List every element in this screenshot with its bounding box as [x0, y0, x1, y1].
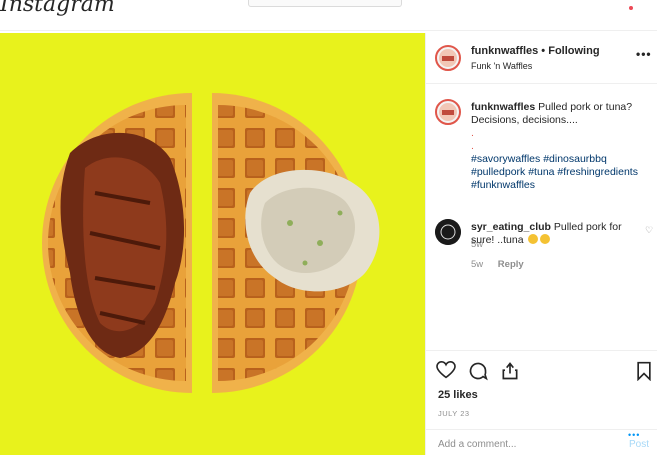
commenter-avatar[interactable] — [435, 219, 461, 245]
bookmark-icon[interactable] — [636, 361, 652, 386]
add-comment-bar: Add a comment... ••• Post — [426, 429, 657, 456]
notification-dot-icon — [629, 6, 633, 10]
author-subtitle: Funk 'n Waffles — [471, 61, 533, 71]
share-icon[interactable] — [500, 361, 520, 386]
waffle-photo-image — [0, 33, 425, 455]
like-heart-icon[interactable] — [436, 360, 456, 384]
post-photo[interactable] — [0, 33, 425, 455]
search-input[interactable] — [248, 0, 402, 7]
hashtag-link[interactable]: #pulledpork — [471, 166, 525, 178]
comment-text: syr_eating_club Pulled pork for sure! ..… — [471, 221, 641, 247]
post-details-panel: funknwaffles • Following Funk 'n Waffles… — [425, 33, 657, 455]
comment-bubble-icon[interactable] — [468, 361, 488, 386]
hashtag-link[interactable]: #savorywaffles — [471, 153, 540, 165]
top-navigation-bar: Instagram — [0, 0, 657, 31]
add-comment-input[interactable]: Add a comment... — [438, 439, 516, 450]
smile-emoji-icon — [540, 234, 551, 244]
comment-like-heart-icon[interactable]: ♡ — [645, 225, 653, 236]
author-username[interactable]: funknwaffles — [471, 45, 538, 57]
post-date: JULY 23 — [438, 409, 470, 418]
commenter-username[interactable]: syr_eating_club — [471, 221, 551, 233]
separator-dot: • — [541, 45, 546, 57]
reply-button[interactable]: Reply — [498, 259, 524, 270]
hashtag-link[interactable]: #dinosaurbbq — [543, 153, 607, 165]
post-header: funknwaffles • Following Funk 'n Waffles… — [426, 33, 657, 84]
hashtag-link[interactable]: #freshingredients — [557, 166, 638, 178]
caption-avatar[interactable] — [435, 99, 461, 125]
instagram-logo[interactable]: Instagram — [0, 0, 115, 17]
post-comment-button[interactable]: Post — [629, 439, 649, 450]
author-avatar[interactable] — [435, 45, 461, 71]
caption-dot-1: . — [471, 127, 474, 139]
comment-item: syr_eating_club Pulled pork for sure! ..… — [426, 213, 657, 273]
action-bar: 25 likes JULY 23 — [426, 350, 657, 421]
following-button[interactable]: Following — [548, 45, 599, 57]
comment-age[interactable]: 5w — [471, 259, 483, 270]
hashtag-link[interactable]: #tuna — [528, 166, 554, 178]
thinking-emoji-icon — [528, 234, 539, 244]
caption-dot-2: . — [471, 140, 474, 152]
more-dots-icon[interactable]: ••• — [636, 47, 652, 61]
caption-text: funknwaffles Pulled pork or tuna? Decisi… — [471, 101, 646, 192]
caption-username[interactable]: funknwaffles — [471, 101, 535, 113]
hashtag-link[interactable]: #funknwaffles — [471, 179, 535, 191]
likes-count[interactable]: 25 likes — [438, 389, 478, 401]
